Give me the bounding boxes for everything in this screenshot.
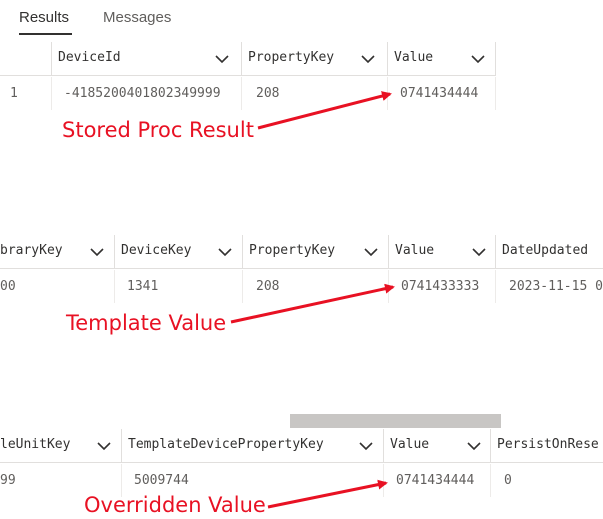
arrow-to-stored-proc-value bbox=[257, 91, 392, 130]
arrow-to-overridden-value bbox=[267, 479, 388, 509]
annotation-arrows bbox=[230, 91, 395, 509]
arrow-to-template-value bbox=[230, 283, 395, 324]
